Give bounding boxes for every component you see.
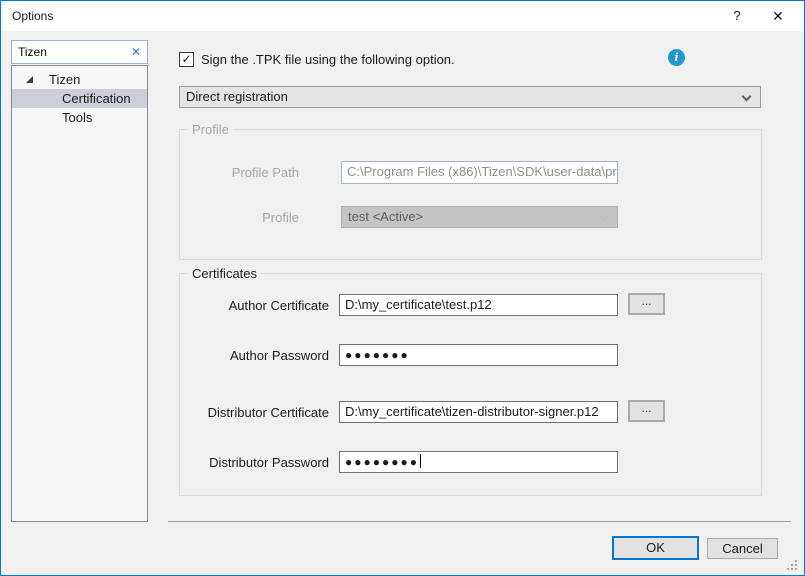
author-certificate-browse-button[interactable]: ... (628, 293, 665, 315)
options-tree: Tizen Certification Tools (11, 65, 148, 522)
footer-separator (168, 521, 791, 522)
profile-path-value: C:\Program Files (x86)\Tizen\SDK\user-da… (347, 164, 618, 179)
distributor-password-label: Distributor Password (179, 455, 329, 470)
sign-tpk-checkbox[interactable]: ✓ (179, 52, 194, 67)
chevron-down-icon (742, 92, 752, 102)
profile-dropdown[interactable]: test <Active> (341, 206, 618, 228)
tree-item-label: Tizen (49, 70, 80, 89)
text-caret (420, 454, 421, 468)
window-title: Options (12, 1, 53, 31)
tree-item-tools[interactable]: Tools (12, 108, 147, 127)
registration-type-dropdown[interactable]: Direct registration (179, 86, 761, 108)
sign-tpk-label[interactable]: Sign the .TPK file using the following o… (201, 52, 455, 67)
author-certificate-field[interactable]: D:\my_certificate\test.p12 (339, 294, 618, 316)
distributor-password-field[interactable]: ●●●●●●●● (339, 451, 618, 473)
tree-item-label: Tools (62, 108, 92, 127)
cancel-button[interactable]: Cancel (707, 538, 778, 559)
author-password-label: Author Password (179, 348, 329, 363)
profile-path-label: Profile Path (149, 165, 299, 180)
titlebar[interactable]: Options ? ✕ (1, 1, 804, 31)
options-dialog: Options ? ✕ Tizen ✕ Tizen Certification … (0, 0, 805, 576)
author-password-value: ●●●●●●● (345, 348, 410, 362)
ok-button[interactable]: OK (612, 536, 699, 560)
close-icon[interactable]: ✕ (757, 1, 799, 31)
search-value: Tizen (18, 41, 47, 63)
info-icon[interactable]: i (668, 49, 685, 66)
search-input[interactable]: Tizen ✕ (11, 40, 148, 64)
clear-search-icon[interactable]: ✕ (131, 41, 141, 63)
resize-grip[interactable] (787, 560, 799, 572)
profile-path-field[interactable]: C:\Program Files (x86)\Tizen\SDK\user-da… (341, 161, 618, 184)
dropdown-value: Direct registration (186, 89, 288, 104)
profile-group: Profile (179, 129, 762, 260)
distributor-certificate-label: Distributor Certificate (179, 405, 329, 420)
checkmark-icon: ✓ (181, 52, 191, 66)
profile-label: Profile (149, 210, 299, 225)
tree-item-label: Certification (62, 89, 131, 108)
help-button[interactable]: ? (719, 1, 755, 31)
tree-expander-icon[interactable] (26, 76, 33, 83)
dropdown-value: test <Active> (348, 209, 423, 224)
profile-group-title: Profile (188, 122, 233, 137)
chevron-down-icon (599, 212, 609, 222)
tree-item-certification[interactable]: Certification (12, 89, 147, 108)
author-certificate-label: Author Certificate (179, 298, 329, 313)
certificates-group-title: Certificates (188, 266, 261, 281)
author-password-field[interactable]: ●●●●●●● (339, 344, 618, 366)
author-certificate-value: D:\my_certificate\test.p12 (345, 297, 492, 312)
distributor-certificate-value: D:\my_certificate\tizen-distributor-sign… (345, 404, 599, 419)
distributor-password-value: ●●●●●●●● (345, 455, 419, 469)
distributor-certificate-browse-button[interactable]: ... (628, 400, 665, 422)
tree-item-tizen[interactable]: Tizen (12, 70, 147, 89)
distributor-certificate-field[interactable]: D:\my_certificate\tizen-distributor-sign… (339, 401, 618, 423)
